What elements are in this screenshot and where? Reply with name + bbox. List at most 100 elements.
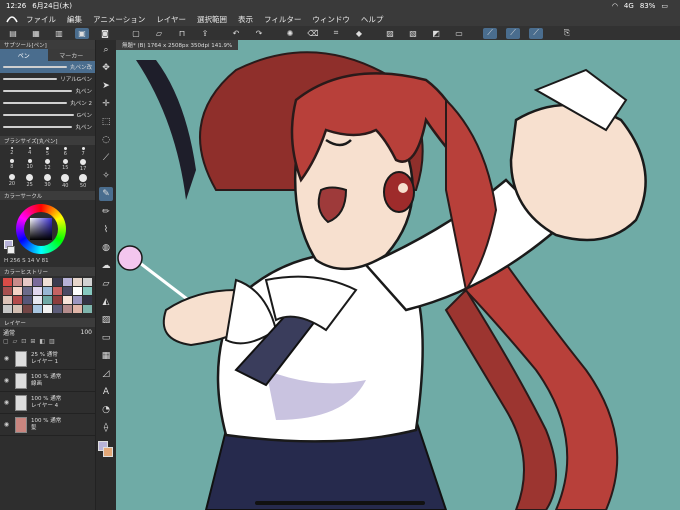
layer-row[interactable]: ◉ 100 % 通常 レイヤー 4 xyxy=(0,392,95,414)
transform-icon[interactable]: ▭ xyxy=(452,28,466,39)
eyedropper-icon[interactable]: ⟋ xyxy=(99,151,113,165)
menu-item-selection[interactable]: 選択範囲 xyxy=(197,14,227,25)
fill-icon[interactable]: ◆ xyxy=(352,28,366,39)
color-wheel[interactable] xyxy=(16,204,66,254)
delete-layer-icon[interactable]: ▥ xyxy=(49,338,55,348)
eraser-tool-icon[interactable]: ▱ xyxy=(99,277,113,291)
eye-icon[interactable]: ◉ xyxy=(2,399,11,406)
brush-size-option[interactable]: 2 xyxy=(3,147,21,157)
color-swatch[interactable] xyxy=(13,305,22,313)
sub-color-swatch[interactable] xyxy=(7,246,15,254)
color-swatch[interactable] xyxy=(23,305,32,313)
color-swatch[interactable] xyxy=(13,296,22,304)
color-swatch[interactable] xyxy=(13,287,22,295)
color-swatch[interactable] xyxy=(53,305,62,313)
menu-item-edit[interactable]: 編集 xyxy=(67,14,82,25)
color-swatch[interactable] xyxy=(13,278,22,286)
balloon-tool-icon[interactable]: ◔ xyxy=(99,403,113,417)
brush-item[interactable]: 丸ペン 2 xyxy=(0,97,95,109)
canvas-area[interactable]: 無題* (B) 1764 x 2508px 350dpi 141.9% xyxy=(116,40,680,510)
sub-drawing-color[interactable] xyxy=(103,447,113,457)
save-icon[interactable]: ⊓ xyxy=(175,28,189,39)
menu-item-view[interactable]: 表示 xyxy=(238,14,253,25)
color-swatch[interactable] xyxy=(73,305,82,313)
ruler-snap-icon[interactable]: ⟋ xyxy=(483,27,497,39)
color-swatch[interactable] xyxy=(3,305,12,313)
layer-row[interactable]: ◉ 100 % 通常 線画 xyxy=(0,370,95,392)
color-swatch[interactable] xyxy=(83,305,92,313)
pen-tool-icon[interactable]: ✎ xyxy=(99,187,113,201)
eye-icon[interactable]: ◉ xyxy=(2,421,11,428)
brush-item[interactable]: 丸ペン改 xyxy=(0,61,95,73)
brush-size-option[interactable]: 5 xyxy=(39,147,57,157)
move-layer-icon[interactable]: ✛ xyxy=(99,97,113,111)
tab-marker[interactable]: マーカー xyxy=(47,49,95,61)
brush-size-option[interactable]: 40 xyxy=(56,174,74,189)
ruler-tool-icon[interactable]: ◿ xyxy=(99,367,113,381)
color-swatch[interactable] xyxy=(73,278,82,286)
menu-item-animation[interactable]: アニメーション xyxy=(93,14,145,25)
grid-snap-icon[interactable]: ⟋ xyxy=(529,27,543,39)
crop-icon[interactable]: ⌗ xyxy=(329,28,343,39)
color-swatch[interactable] xyxy=(43,287,52,295)
gradient-tool-icon[interactable]: ▨ xyxy=(99,313,113,327)
saturation-value-square[interactable] xyxy=(30,218,52,240)
menu-item-file[interactable]: ファイル xyxy=(26,14,56,25)
new-layer-icon[interactable]: ▢ xyxy=(3,338,9,348)
mask-icon[interactable]: ◧ xyxy=(39,338,45,348)
color-swatch[interactable] xyxy=(33,278,42,286)
brush-item[interactable]: 丸ペン xyxy=(0,121,95,133)
color-swatch[interactable] xyxy=(73,287,82,295)
brush-item[interactable]: リアルGペン xyxy=(0,73,95,85)
brush-size-option[interactable]: 7 xyxy=(74,147,92,157)
color-swatch[interactable] xyxy=(83,287,92,295)
brush-size-option[interactable]: 30 xyxy=(39,174,57,189)
brush-size-option[interactable]: 6 xyxy=(56,147,74,157)
brush-size-option[interactable]: 17 xyxy=(74,159,92,172)
menu-item-help[interactable]: ヘルプ xyxy=(361,14,384,25)
tab-pen[interactable]: ペン xyxy=(0,49,48,61)
color-swatch[interactable] xyxy=(3,296,12,304)
brush-size-option[interactable]: 20 xyxy=(3,174,21,189)
color-swatch[interactable] xyxy=(73,296,82,304)
undo-icon[interactable]: ↶ xyxy=(229,28,243,39)
layer-opacity-input[interactable]: 100 xyxy=(81,329,92,336)
document-tab[interactable]: 無題* (B) 1764 x 2508px 350dpi 141.9% xyxy=(116,40,239,50)
airbrush-tool-icon[interactable]: ◍ xyxy=(99,241,113,255)
lock-icon[interactable]: ⊡ xyxy=(21,338,26,348)
app-logo-icon[interactable] xyxy=(6,14,18,24)
figure-tool-icon[interactable]: ▭ xyxy=(99,331,113,345)
lasso-icon[interactable]: ◌ xyxy=(99,133,113,147)
brush-size-option[interactable]: 12 xyxy=(39,159,57,172)
color-swatch[interactable] xyxy=(63,305,72,313)
blend-tool-icon[interactable]: ☁ xyxy=(99,259,113,273)
frame-tool-icon[interactable]: ▦ xyxy=(99,349,113,363)
brush-size-option[interactable]: 10 xyxy=(21,159,39,172)
brush-item[interactable]: Gペン xyxy=(0,109,95,121)
color-swatch[interactable] xyxy=(53,296,62,304)
grid-icon[interactable]: ▦ xyxy=(29,28,43,39)
hide-panels-icon[interactable]: ▤ xyxy=(6,28,20,39)
menu-item-filter[interactable]: フィルター xyxy=(264,14,301,25)
color-swatch[interactable] xyxy=(3,287,12,295)
transfer-icon[interactable]: ⎘ xyxy=(560,28,574,39)
layout-icon[interactable]: ▣ xyxy=(75,27,89,39)
fill-tool-icon[interactable]: ◭ xyxy=(99,295,113,309)
brush-size-option[interactable]: 50 xyxy=(74,174,92,189)
camera-icon[interactable]: ◙ xyxy=(98,28,112,39)
color-swatch[interactable] xyxy=(43,278,52,286)
color-swatch[interactable] xyxy=(53,278,62,286)
settings-icon[interactable]: ✺ xyxy=(283,28,297,39)
text-tool-icon[interactable]: A xyxy=(99,385,113,399)
color-swatch[interactable] xyxy=(23,287,32,295)
color-swatch[interactable] xyxy=(53,287,62,295)
brush-item[interactable]: 丸ペン xyxy=(0,85,95,97)
color-swatch[interactable] xyxy=(33,305,42,313)
operation-tool-icon[interactable]: ➤ xyxy=(99,79,113,93)
color-swatch[interactable] xyxy=(23,278,32,286)
blend-mode-select[interactable]: 通常 xyxy=(3,328,15,337)
redo-icon[interactable]: ↷ xyxy=(252,28,266,39)
invert-icon[interactable]: ◩ xyxy=(429,28,443,39)
home-indicator[interactable] xyxy=(255,501,425,505)
layer-row[interactable]: ◉ 100 % 通常髪 xyxy=(0,414,95,436)
